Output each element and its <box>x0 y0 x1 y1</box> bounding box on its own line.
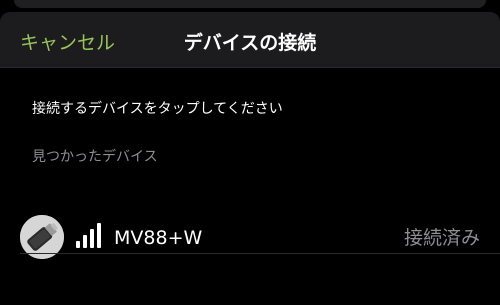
device-row[interactable]: MV88+W 接続済み <box>0 205 500 265</box>
connection-status: 接続済み <box>403 227 480 249</box>
signal-bars-icon <box>76 222 104 250</box>
row-divider <box>20 253 500 254</box>
connect-device-sheet: キャンセル デバイスの接続 接続するデバイスをタップしてください 見つかったデバ… <box>0 12 500 305</box>
page-title: デバイスの接続 <box>183 32 317 54</box>
status-strip <box>0 0 500 12</box>
device-name: MV88+W <box>114 227 203 249</box>
background-sheet-edge <box>14 0 486 8</box>
screen: キャンセル デバイスの接続 接続するデバイスをタップしてください 見つかったデバ… <box>0 0 500 305</box>
instruction-text: 接続するデバイスをタップしてください <box>32 101 283 117</box>
navigation-bar: キャンセル デバイスの接続 <box>0 12 500 68</box>
found-devices-header: 見つかったデバイス <box>32 149 158 165</box>
